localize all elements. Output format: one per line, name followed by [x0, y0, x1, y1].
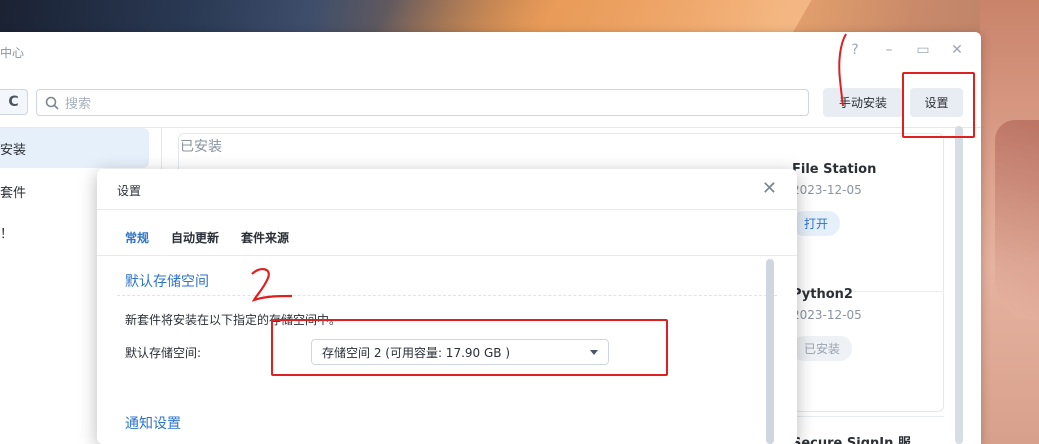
tab-general[interactable]: 常规: [125, 229, 149, 246]
package-card[interactable]: File Station 2023-12-05 打开: [792, 162, 942, 236]
section-divider: [117, 295, 777, 296]
toolbar-divider: [0, 127, 981, 128]
sidebar-item-label: ！: [0, 226, 14, 242]
annotation-mark-1: [838, 33, 847, 107]
search-placeholder: 搜索: [65, 97, 92, 112]
tabs-divider: [97, 255, 797, 256]
open-button[interactable]: 打开: [792, 211, 841, 236]
package-name: Secure SignIn 服: [792, 436, 911, 444]
storage-field-label: 默认存储空间:: [125, 346, 202, 360]
settings-dialog: 设置 ✕ 常规 自动更新 套件来源 默认存储空间 新套件将安装在以下指定的存储空…: [97, 169, 797, 444]
tab-package-sources[interactable]: 套件来源: [241, 229, 289, 246]
sidebar-item-label: 安装: [0, 142, 27, 158]
annotation-box-storage: [271, 319, 668, 376]
close-icon[interactable]: ✕: [949, 42, 965, 58]
package-date: 2023-12-05: [792, 308, 862, 322]
dialog-close-icon[interactable]: ✕: [762, 178, 777, 199]
minimize-icon[interactable]: –: [881, 42, 897, 58]
search-input[interactable]: 搜索: [36, 89, 809, 116]
dialog-scrollbar[interactable]: [766, 259, 774, 444]
main-scrollbar[interactable]: [955, 126, 963, 444]
package-date: 2023-12-05: [792, 183, 862, 197]
window-title: 中心: [0, 46, 25, 60]
card-divider: [780, 416, 944, 417]
annotation-box-settings: [902, 72, 975, 138]
package-card[interactable]: Secure SignIn 服: [792, 432, 942, 444]
annotation-mark-2: [251, 268, 293, 302]
notification-settings-heading: 通知设置: [125, 416, 181, 432]
window-controls: ? – ▭ ✕: [847, 42, 965, 58]
tab-auto-update[interactable]: 自动更新: [171, 229, 219, 246]
maximize-icon[interactable]: ▭: [915, 42, 931, 58]
sidebar-item-installed[interactable]: 安装: [0, 128, 149, 168]
package-name: File Station: [792, 162, 877, 177]
sidebar-item-label: 套件: [0, 185, 27, 201]
dialog-title: 设置: [117, 184, 142, 198]
search-icon: [45, 96, 59, 110]
dialog-title-divider: [97, 209, 797, 210]
package-card[interactable]: Python2 2023-12-05 已安装: [792, 287, 942, 361]
refresh-icon: C: [8, 94, 19, 110]
package-name: Python2: [792, 287, 853, 302]
installed-badge: 已安装: [792, 336, 853, 361]
wallpaper-sand-shadow: [995, 120, 1039, 320]
refresh-button[interactable]: C: [0, 89, 28, 115]
dialog-tabs: 常规 自动更新 套件来源: [125, 229, 289, 246]
default-storage-heading: 默认存储空间: [125, 274, 209, 290]
